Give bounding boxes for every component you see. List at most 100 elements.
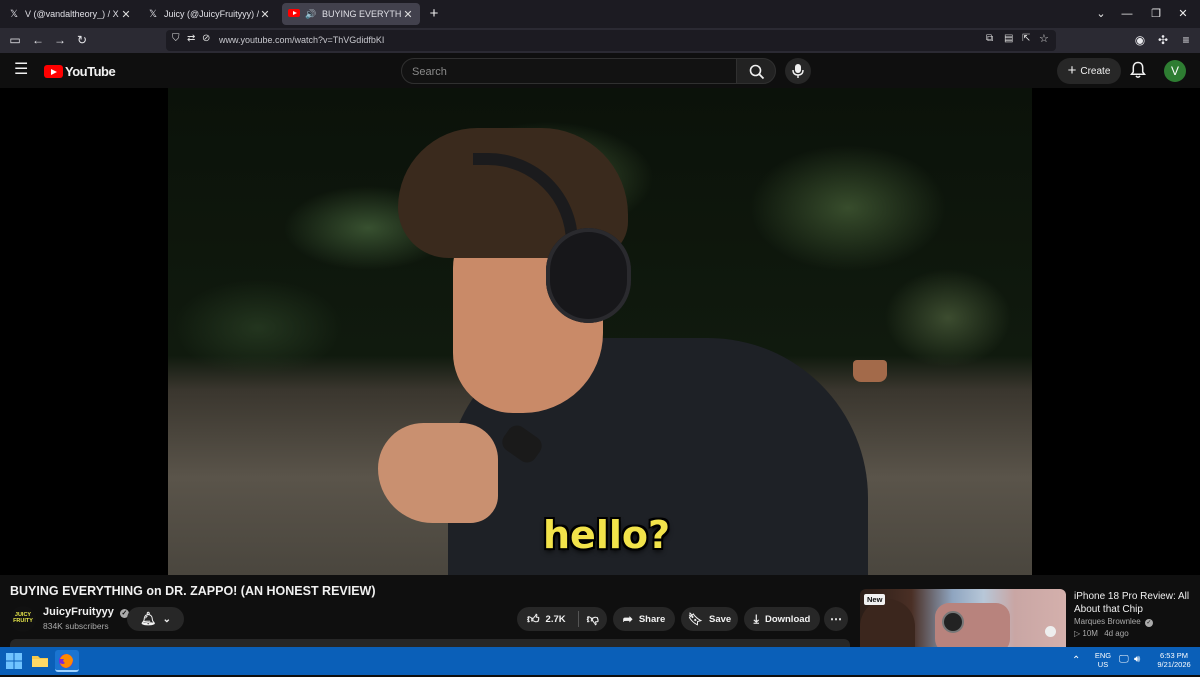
permissions-icon[interactable]: ⇄ xyxy=(187,33,195,44)
like-count: 2.7K xyxy=(545,613,566,625)
download-label: Download xyxy=(764,613,811,625)
tab-title: BUYING EVERYTHING on DR. ZAPPO! (AN HONE… xyxy=(322,9,402,19)
thumbnail-person xyxy=(860,599,915,647)
tab-juicyfruityyy[interactable]: 𝕏 Juicy (@JuicyFruityyy) / X ✕ xyxy=(141,3,277,25)
recommended-channel-name[interactable]: Marques Brownlee xyxy=(1074,617,1141,626)
verified-check-icon: ✓ xyxy=(1144,619,1153,627)
more-actions-button[interactable]: ⋯ xyxy=(824,607,848,631)
new-tab-button[interactable]: + xyxy=(421,4,447,24)
bookmark-icon: 🔖︎ xyxy=(687,612,704,626)
file-explorer-button[interactable] xyxy=(29,650,51,672)
chevron-down-icon: ⌄ xyxy=(162,613,171,625)
guide-menu-icon[interactable]: ☰ xyxy=(14,62,28,78)
tab-youtube-video[interactable]: 🔊 BUYING EVERYTHING on DR. ZAPPO! (AN HO… xyxy=(282,3,420,25)
close-window-button[interactable]: ✕ xyxy=(1170,4,1196,24)
windows-taskbar: ⌃ ENG US 🖵︎ 🔊︎ 6:53 PM 9/21/2026 xyxy=(0,647,1200,675)
firefox-icon xyxy=(59,654,73,668)
tab-title: V (@vandaltheory_) / X xyxy=(25,9,119,19)
volume-icon[interactable]: 🔊︎ xyxy=(1134,654,1140,665)
recommended-meta: ▷ 10M 4d ago xyxy=(1074,629,1129,638)
recommended-video-title[interactable]: iPhone 18 Pro Review: All About that Chi… xyxy=(1074,590,1192,616)
subscriber-count: 834K subscribers xyxy=(43,621,109,631)
recommended-video-thumbnail[interactable] xyxy=(860,589,1066,647)
video-frame[interactable]: hello? xyxy=(168,88,1032,575)
show-hidden-icons-chevron[interactable]: ⌃ xyxy=(1072,655,1080,666)
region-code: US xyxy=(1097,660,1109,669)
share-page-icon[interactable]: ⇱ xyxy=(1022,33,1030,44)
input-language-indicator[interactable]: ENG US xyxy=(1092,651,1114,669)
voice-search-button[interactable] xyxy=(785,58,811,84)
more-horizontal-icon: ⋯ xyxy=(830,612,842,626)
bookmark-star-icon[interactable]: ☆ xyxy=(1039,32,1049,45)
back-icon[interactable]: ← xyxy=(28,31,48,50)
create-label: Create xyxy=(1080,65,1111,77)
play-small-icon: ▷ xyxy=(1074,629,1081,638)
list-all-tabs-icon[interactable]: ⌄ xyxy=(1088,4,1114,24)
tab-vandaltheory[interactable]: 𝕏 V (@vandaltheory_) / X ✕ xyxy=(2,3,138,25)
notifications-button[interactable] xyxy=(1129,61,1147,84)
youtube-logo[interactable]: YouTube xyxy=(44,64,116,79)
sidebar-toggle-icon[interactable]: ▭ xyxy=(5,31,25,50)
channel-name[interactable]: JuicyFruityyy ✓ xyxy=(43,606,129,618)
browser-nav-bar: ▭ ← → ↻ ⛉ ⇄ ⊘ www.youtube.com/watch?v=Th… xyxy=(0,28,1200,53)
restore-button[interactable]: ❐ xyxy=(1143,4,1169,24)
recommended-channel[interactable]: Marques Brownlee ✓ xyxy=(1074,617,1153,627)
channel-name-text[interactable]: JuicyFruityyy xyxy=(43,606,114,618)
folder-icon xyxy=(32,656,48,667)
start-button[interactable] xyxy=(3,650,25,672)
reload-icon[interactable]: ↻ xyxy=(72,31,92,50)
thumbnail-flash xyxy=(1045,626,1056,637)
share-button[interactable]: ➦ Share xyxy=(613,607,675,631)
x-logo-icon: 𝕏 xyxy=(9,8,19,20)
like-button[interactable]: 👍︎ 2.7K xyxy=(527,612,566,627)
share-arrow-icon: ➦ xyxy=(622,612,633,626)
channel-logo-text: JUICY FRUITY xyxy=(13,612,33,624)
close-tab-icon[interactable]: ✕ xyxy=(402,8,414,21)
dislike-button[interactable]: 👎︎ xyxy=(587,612,599,627)
network-icon[interactable]: 🖵︎ xyxy=(1119,654,1129,665)
shield-icon[interactable]: ⛉ xyxy=(172,33,180,44)
description-box[interactable] xyxy=(10,639,850,647)
save-label: Save xyxy=(709,613,732,625)
tracking-protection-icon[interactable]: ⊘ xyxy=(202,33,210,44)
avatar[interactable]: V xyxy=(1164,60,1186,82)
like-dislike-group: 👍︎ 2.7K 👎︎ xyxy=(517,607,607,631)
microphone-icon xyxy=(792,64,804,78)
search-placeholder: Search xyxy=(412,66,447,78)
clock-time: 6:53 PM xyxy=(1160,651,1188,660)
firefox-taskbar-button[interactable] xyxy=(55,650,79,672)
clock[interactable]: 6:53 PM 9/21/2026 xyxy=(1152,651,1196,669)
language-code: ENG xyxy=(1094,651,1112,660)
forward-icon[interactable]: → xyxy=(50,31,70,50)
extensions-icon[interactable]: ✣ xyxy=(1153,31,1173,50)
headphone-cup xyxy=(546,228,631,323)
windows-logo-icon xyxy=(6,653,22,669)
speaker-icon[interactable]: 🔊 xyxy=(305,9,317,20)
like-divider xyxy=(577,611,579,627)
url-text[interactable]: www.youtube.com/watch?v=ThVGdidfbKI xyxy=(219,35,384,45)
person-hand xyxy=(378,423,498,523)
thumbnail-camera-lens xyxy=(942,611,964,633)
youtube-logo-text: YouTube xyxy=(65,64,116,79)
create-button[interactable]: + Create xyxy=(1057,58,1121,84)
search-input[interactable]: Search xyxy=(401,58,737,84)
search-icon xyxy=(749,64,765,80)
minimize-button[interactable]: — xyxy=(1114,4,1140,24)
share-label: Share xyxy=(638,613,666,625)
video-player[interactable]: hello? xyxy=(0,88,1200,575)
menu-icon[interactable]: ≡ xyxy=(1176,31,1196,50)
search-button[interactable] xyxy=(736,58,776,84)
x-logo-icon: 𝕏 xyxy=(148,8,158,20)
reader-view-icon[interactable]: ▤ xyxy=(1004,33,1013,44)
plus-icon: + xyxy=(1067,62,1077,79)
url-bar[interactable]: ⛉ ⇄ ⊘ www.youtube.com/watch?v=ThVGdidfbK… xyxy=(166,30,1056,51)
channel-avatar[interactable]: JUICY FRUITY xyxy=(10,606,36,632)
bell-ringing-icon: 🔔︎ xyxy=(140,611,157,626)
save-button[interactable]: 🔖︎ Save xyxy=(681,607,738,631)
picture-in-picture-icon[interactable]: ⧉ xyxy=(986,33,993,44)
close-tab-icon[interactable]: ✕ xyxy=(120,8,132,21)
download-button[interactable]: ⤓ Download xyxy=(744,607,820,631)
account-icon[interactable]: ◉ xyxy=(1130,31,1150,50)
close-tab-icon[interactable]: ✕ xyxy=(259,8,271,21)
subscribed-notifications-button[interactable]: 🔔︎ ⌄ xyxy=(127,607,184,631)
